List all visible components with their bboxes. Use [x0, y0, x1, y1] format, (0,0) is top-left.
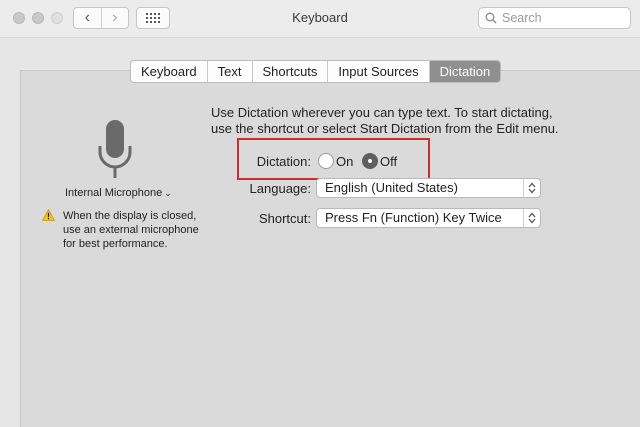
search-placeholder: Search [502, 11, 542, 25]
dictation-description: Use Dictation wherever you can type text… [211, 105, 559, 137]
stepper-icon [523, 209, 540, 227]
microphone-selector[interactable]: Internal Microphone ⌄ [65, 187, 172, 199]
language-label: Language: [249, 181, 311, 196]
dictation-on-radio[interactable] [318, 153, 334, 169]
description-line: use the shortcut or select Start Dictati… [211, 121, 559, 136]
dictation-off-radio[interactable] [362, 153, 378, 169]
tab-bar: Keyboard Text Shortcuts Input Sources Di… [130, 60, 502, 83]
language-value: English (United States) [325, 180, 458, 195]
tab-keyboard[interactable]: Keyboard [131, 61, 207, 82]
microphone-warning: When the display is closed, use an exter… [63, 209, 213, 251]
title-bar: ‹ › Keyboard Search [0, 0, 640, 38]
shortcut-label: Shortcut: [258, 211, 311, 226]
warning-line: When the display is closed, [63, 210, 197, 222]
shortcut-popup[interactable]: Press Fn (Function) Key Twice [316, 208, 541, 228]
tab-shortcuts[interactable]: Shortcuts [251, 61, 328, 82]
dictation-on-label[interactable]: On [336, 154, 353, 169]
language-popup[interactable]: English (United States) [316, 178, 541, 198]
dictation-off-label[interactable]: Off [380, 154, 397, 169]
chevron-down-icon: ⌄ [164, 188, 172, 198]
microphone-icon [98, 120, 132, 178]
warning-line: for best performance. [63, 238, 168, 250]
description-line: Use Dictation wherever you can type text… [211, 105, 553, 120]
tab-text[interactable]: Text [206, 61, 252, 82]
search-icon [485, 12, 497, 24]
stepper-icon [523, 179, 540, 197]
dictation-label: Dictation: [256, 154, 311, 169]
tab-dictation[interactable]: Dictation [428, 61, 501, 82]
warning-icon [42, 209, 55, 221]
warning-line: use an external microphone [63, 224, 199, 236]
tab-input-sources[interactable]: Input Sources [327, 61, 428, 82]
search-field[interactable]: Search [478, 7, 631, 29]
shortcut-value: Press Fn (Function) Key Twice [325, 210, 502, 225]
microphone-name: Internal Microphone [65, 187, 163, 199]
